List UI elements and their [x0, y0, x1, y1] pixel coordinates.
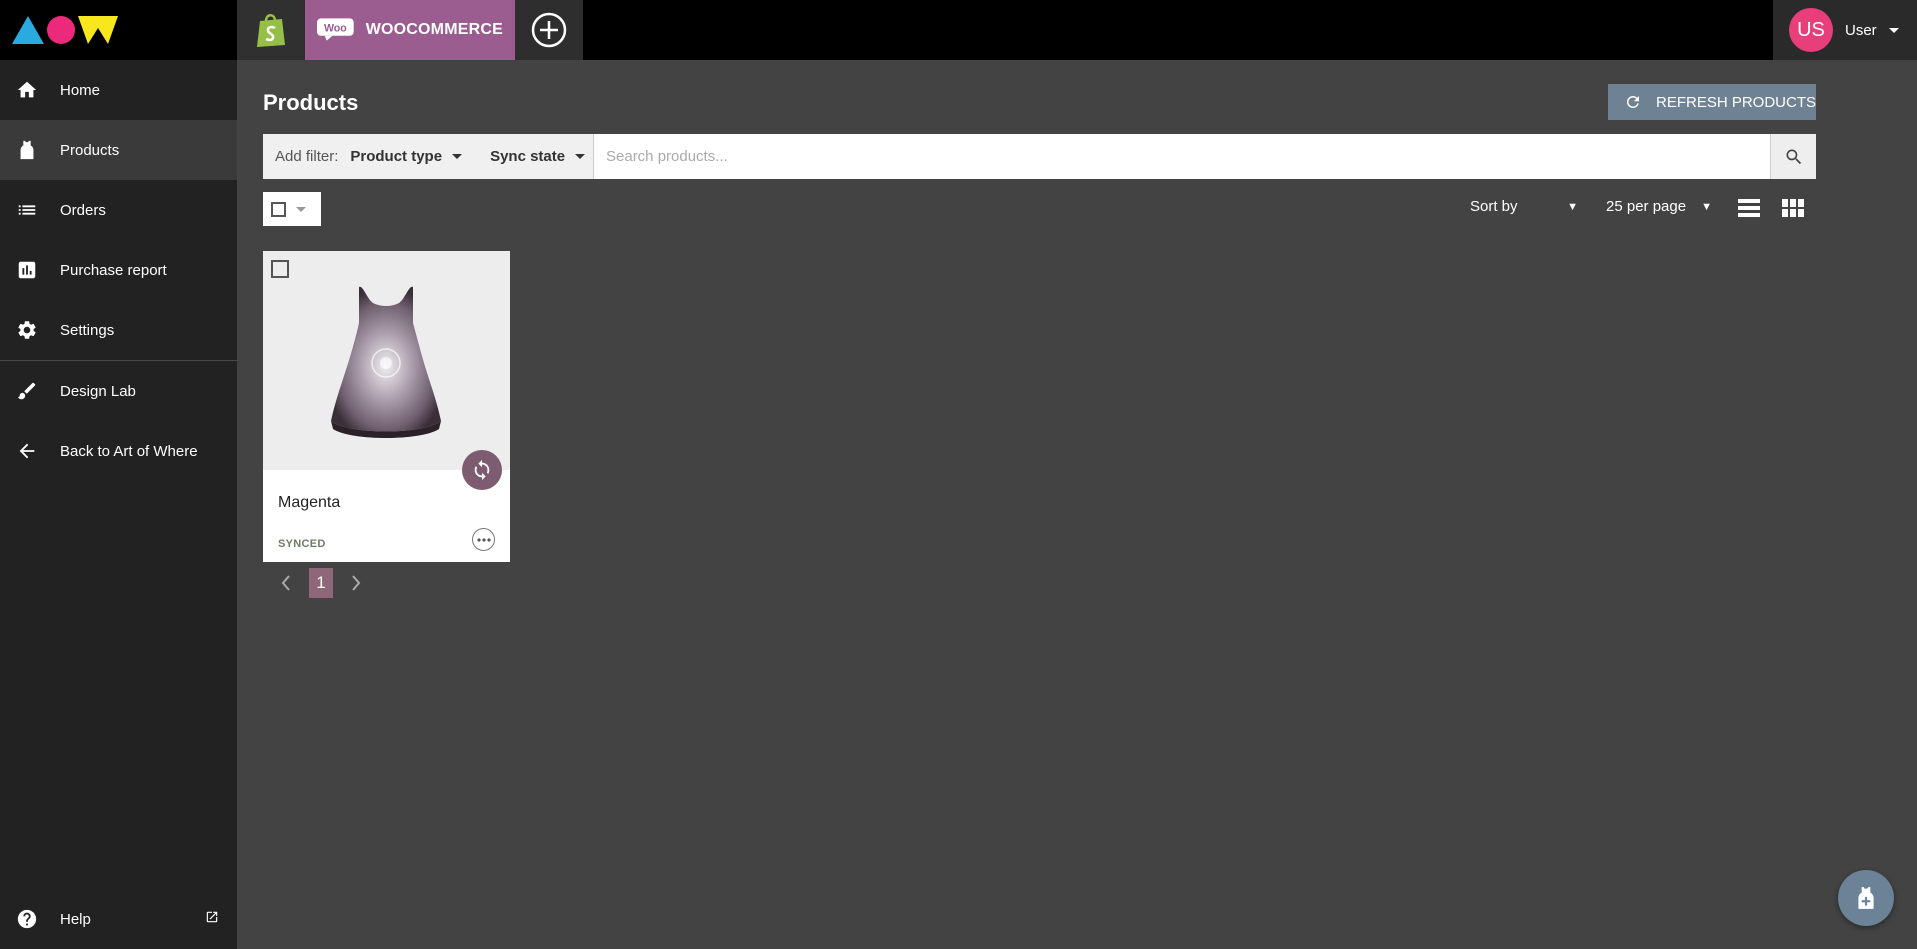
product-checkbox[interactable]: [271, 260, 289, 278]
status-badge: SYNCED: [278, 538, 326, 550]
product-card[interactable]: Magenta SYNCED: [263, 251, 510, 562]
select-all-checkbox[interactable]: [271, 201, 286, 217]
sidebar-item-label: Products: [60, 141, 120, 159]
tab-woocommerce-store[interactable]: Woo WOOCOMMERCE: [305, 0, 515, 60]
woo-logo-icon: Woo: [317, 18, 354, 41]
sync-icon: [474, 459, 490, 481]
search-input[interactable]: [593, 134, 1770, 179]
sidebar-item-label: Purchase report: [60, 261, 167, 279]
tab-shopify-store[interactable]: [237, 0, 305, 60]
product-type-filter[interactable]: Product type: [350, 148, 463, 165]
sidebar-item-design-lab[interactable]: Design Lab: [0, 361, 237, 421]
sidebar-item-back[interactable]: Back to Art of Where: [0, 421, 237, 481]
product-image: [263, 251, 510, 470]
prev-page-button[interactable]: [263, 568, 309, 598]
brush-icon: [17, 382, 36, 400]
chevron-down-icon: [296, 206, 306, 212]
svg-text:Woo: Woo: [324, 22, 347, 34]
chevron-down-icon: [1888, 27, 1899, 33]
sidebar-item-label: Back to Art of Where: [60, 442, 198, 460]
product-icon: [20, 140, 34, 160]
top-bar: Woo WOOCOMMERCE US User: [0, 0, 1917, 60]
search-icon: [1786, 149, 1801, 164]
sidebar-item-label: Settings: [60, 321, 115, 339]
external-link-icon: [206, 911, 218, 923]
dress-image: [331, 286, 441, 438]
sidebar-item-label: Home: [60, 81, 101, 99]
list-view-icon[interactable]: [1738, 198, 1760, 218]
sidebar-item-purchase-report[interactable]: Purchase report: [0, 240, 237, 300]
avatar: US: [1789, 8, 1833, 52]
refresh-icon: [1627, 96, 1639, 108]
product-name: Magenta: [278, 494, 341, 511]
sidebar-item-help[interactable]: Help: [0, 889, 237, 949]
sort-by-select[interactable]: Sort by ▼: [1470, 198, 1578, 215]
refresh-label: REFRESH PRODUCTS: [1656, 93, 1817, 111]
gear-icon: [18, 321, 36, 339]
per-page-select[interactable]: 25 per page ▼: [1606, 198, 1712, 215]
add-product-icon: [1858, 887, 1874, 909]
sidebar-item-label: Orders: [60, 201, 106, 219]
bulk-select-dropdown[interactable]: [263, 192, 321, 226]
woocommerce-label: WOOCOMMERCE: [365, 21, 503, 38]
refresh-products-button[interactable]: REFRESH PRODUCTS: [1608, 84, 1816, 120]
list-icon: [18, 205, 36, 215]
sidebar-item-label: Design Lab: [60, 382, 136, 400]
sidebar-item-orders[interactable]: Orders: [0, 180, 237, 240]
more-horiz-icon: [476, 537, 491, 542]
user-name: User: [1845, 21, 1877, 39]
more-options-button[interactable]: [472, 528, 495, 551]
plus-circle-icon: [531, 12, 567, 48]
chevron-right-icon: [352, 575, 361, 591]
home-icon: [17, 81, 37, 98]
sidebar-item-settings[interactable]: Settings: [0, 300, 237, 360]
filter-label: Add filter:: [275, 148, 339, 165]
help-label: Help: [60, 910, 91, 928]
chevron-left-icon: [281, 575, 290, 591]
chevron-down-icon: [452, 154, 463, 159]
arrow-left-icon: [19, 443, 35, 459]
page-title: Products: [263, 90, 359, 115]
search-button[interactable]: [1770, 134, 1816, 179]
add-store-button[interactable]: [515, 0, 583, 60]
help-icon: [17, 909, 37, 929]
aow-logo[interactable]: [12, 14, 120, 46]
sidebar: Home Products Orders Purchase report Set…: [0, 60, 237, 949]
grid-view-icon[interactable]: [1782, 198, 1804, 218]
pagination: 1: [263, 568, 379, 598]
user-menu[interactable]: US User: [1773, 0, 1917, 60]
shopify-bag-icon: [257, 14, 285, 47]
next-page-button[interactable]: [333, 568, 379, 598]
bar-chart-icon: [18, 261, 36, 279]
filter-bar: Add filter: Product type Sync state: [263, 134, 1816, 179]
sidebar-item-products[interactable]: Products: [0, 120, 237, 180]
store-tabs: Woo WOOCOMMERCE: [237, 0, 583, 60]
sync-state-filter[interactable]: Sync state: [490, 148, 586, 165]
dropdown-arrow-icon: ▼: [1567, 200, 1578, 213]
dropdown-arrow-icon: ▼: [1701, 200, 1712, 213]
page-number[interactable]: 1: [309, 568, 333, 598]
sidebar-item-home[interactable]: Home: [0, 60, 237, 120]
add-product-fab[interactable]: [1838, 870, 1894, 926]
chevron-down-icon: [575, 154, 586, 159]
sync-status-button[interactable]: [462, 450, 502, 490]
